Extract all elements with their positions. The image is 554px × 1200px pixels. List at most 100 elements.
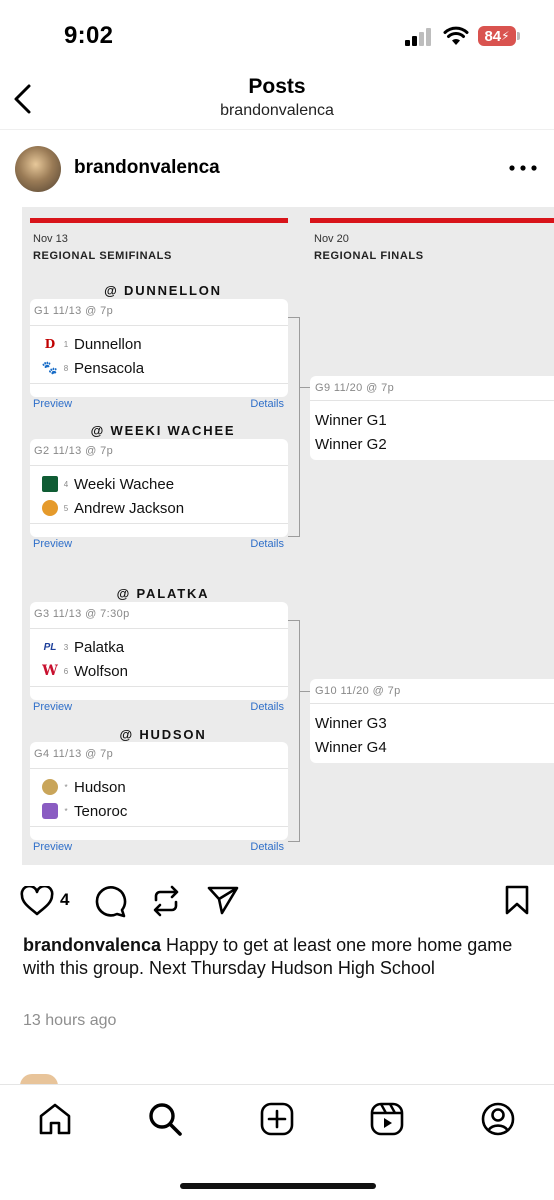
team-name: Hudson [74,778,126,796]
team-row: PL 3 Palatka [42,635,124,659]
venue-label: @ WEEKI WACHEE [90,423,236,438]
venue-label: @ PALATKA [116,586,210,601]
comment-icon[interactable] [93,884,127,918]
post-username[interactable]: brandonvalenca [74,157,220,179]
round-name: REGIONAL SEMIFINALS [33,250,172,262]
details-link[interactable]: Details [250,701,284,713]
team-name: Winner G3 [315,715,387,732]
share-icon[interactable] [206,884,240,916]
final-game-card[interactable]: G9 11/20 @ 7p Winner G1 Winner G2 [310,376,554,460]
team-row: 5 Andrew Jackson [42,496,184,520]
game-label: G4 11/13 @ 7p [34,748,114,760]
divider [310,400,554,401]
more-options-icon[interactable] [508,164,538,172]
team-name: Winner G4 [315,739,387,756]
cobra-logo-icon [42,779,58,795]
create-icon[interactable] [259,1101,295,1137]
dunnellon-logo-icon: D [44,337,56,351]
team-name: Wolfson [74,662,128,680]
team-row: D 1 Dunnellon [42,332,142,356]
game-label: G3 11/13 @ 7:30p [34,608,130,620]
final-game-card[interactable]: G10 11/20 @ 7p Winner G3 Winner G4 [310,679,554,763]
home-indicator[interactable] [180,1183,376,1189]
game-card[interactable]: G4 11/13 @ 7p * Hudson * Tenoroc Preview… [30,742,288,853]
wifi-icon [443,26,469,45]
divider [30,523,288,524]
palatka-logo-icon: PL [43,641,57,653]
cellular-signal-icon [405,28,431,46]
divider [30,686,288,687]
heart-icon[interactable] [20,886,54,916]
bracket-connector [288,317,300,537]
bookmark-icon[interactable] [504,884,530,916]
team-name: Winner G2 [315,436,387,453]
details-link[interactable]: Details [250,841,284,853]
caption-username[interactable]: brandonvalenca [23,935,161,955]
avatar[interactable] [15,146,61,192]
round-name: REGIONAL FINALS [314,250,424,262]
hornet-logo-icon [42,476,58,492]
team-name: Andrew Jackson [74,499,185,517]
team-seed: * [64,782,68,792]
game-card[interactable]: G3 11/13 @ 7:30p PL 3 Palatka W 6 Wolfso… [30,602,288,713]
status-bar: 9:02 84 ⚡ [0,0,554,70]
round-date: Nov 13 [33,233,68,245]
divider [30,826,288,827]
game-label: G10 11/20 @ 7p [315,685,401,697]
team-name: Palatka [74,638,125,656]
game-card[interactable]: G2 11/13 @ 7p 4 Weeki Wachee 5 Andrew Ja… [30,439,288,550]
divider [310,703,554,704]
preview-link[interactable]: Preview [33,398,72,410]
wolfson-logo-icon: W [42,663,58,679]
team-seed: 5 [63,503,69,513]
bracket-image[interactable]: Nov 13 REGIONAL SEMIFINALS Nov 20 REGION… [22,207,554,865]
team-seed: * [64,806,68,816]
details-link[interactable]: Details [250,398,284,410]
round-bar [310,218,554,223]
preview-link[interactable]: Preview [33,841,72,853]
team-row: W 6 Wolfson [42,659,128,683]
profile-icon[interactable] [480,1101,516,1137]
reels-icon[interactable] [369,1101,405,1137]
team-seed: 3 [63,642,69,652]
bracket-connector [300,691,310,692]
team-name: Weeki Wachee [74,475,175,493]
divider [30,465,288,466]
divider [30,325,288,326]
venue-label: @ DUNNELLON [104,283,222,298]
game-label: G2 11/13 @ 7p [34,445,114,457]
paw-logo-icon: 🐾 [41,360,59,375]
team-name: Dunnellon [74,335,142,353]
preview-link[interactable]: Preview [33,701,72,713]
page-subtitle[interactable]: brandonvalenca [0,102,554,120]
like-count[interactable]: 4 [60,890,69,910]
bracket-connector [300,387,310,388]
battery-level: 84 [484,27,502,45]
game-card[interactable]: G1 11/13 @ 7p D 1 Dunnellon 🐾 8 Pensacol… [30,299,288,410]
home-icon[interactable] [37,1101,73,1137]
search-icon[interactable] [147,1101,183,1137]
nav-header: Posts brandonvalenca [0,70,554,130]
repost-icon[interactable] [150,884,182,918]
divider [30,768,288,769]
status-time: 9:02 [64,22,114,49]
bracket-connector [288,620,300,842]
team-row: * Hudson [42,775,126,799]
divider [30,628,288,629]
tiger-logo-icon [42,500,58,516]
team-name: Tenoroc [74,802,128,820]
team-seed: 1 [63,339,69,349]
details-link[interactable]: Details [250,538,284,550]
round-date: Nov 20 [314,233,349,245]
bottom-tab-bar [0,1084,554,1200]
battery-icon: 84 ⚡ [478,26,516,46]
round-bar [30,218,288,223]
team-seed: 6 [63,666,69,676]
team-seed: 8 [63,363,69,373]
team-seed: 4 [63,479,69,489]
team-name: Pensacola [74,359,145,377]
preview-link[interactable]: Preview [33,538,72,550]
post-actions: 4 [0,870,554,930]
game-label: G9 11/20 @ 7p [315,382,395,394]
battery-tip [517,32,520,40]
